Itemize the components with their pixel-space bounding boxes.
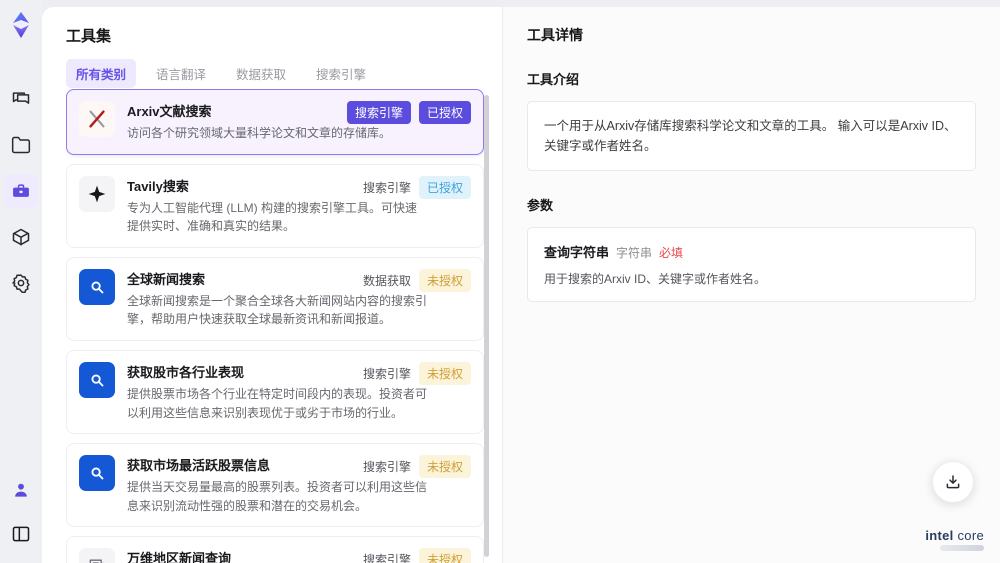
- download-icon: [946, 475, 960, 489]
- sidebar-item-toolbox[interactable]: [4, 174, 38, 208]
- intro-text: 一个用于从Arxiv存储库搜索科学论文和文章的工具。 输入可以是Arxiv ID…: [544, 119, 957, 153]
- details-title: 工具详情: [527, 27, 583, 43]
- sidebar-item-settings[interactable]: [4, 266, 38, 300]
- param-required-badge: 必填: [659, 246, 684, 260]
- cube-icon: [11, 227, 31, 247]
- tab-2[interactable]: 数据获取: [226, 59, 296, 88]
- settings-icon: [11, 273, 31, 293]
- sidebar-item-cube[interactable]: [4, 220, 38, 254]
- tool-description: 全球新闻搜索是一个聚合全球各大新闻网站内容的搜索引擎，帮助用户快速获取全球最新资…: [127, 293, 428, 327]
- auth-status-badge: 未授权: [418, 361, 471, 385]
- tool-card[interactable]: Arxiv文献搜索 访问各个研究领域大量科学论文和文章的存储库。 搜索引擎 已授权: [66, 89, 484, 155]
- category-badge: 搜索引擎: [362, 460, 411, 475]
- param-name: 查询字符串: [544, 245, 610, 260]
- tab-all-categories[interactable]: 所有类别: [66, 59, 137, 88]
- auth-status-badge: 已授权: [418, 175, 471, 199]
- auth-status-badge: 未授权: [418, 548, 471, 563]
- newspaper-icon: [79, 548, 115, 563]
- download-button[interactable]: [932, 461, 974, 503]
- tool-description: 访问各个研究领域大量科学论文和文章的存储库。: [127, 126, 392, 140]
- intel-core-text: core: [957, 528, 984, 543]
- tab-3[interactable]: 搜索引擎: [306, 59, 376, 88]
- tool-card[interactable]: 获取股市各行业表现 提供股票市场各个行业在特定时间段内的表现。投资者可以利用这些信…: [66, 349, 484, 435]
- category-badge: 搜索引擎: [362, 553, 411, 563]
- tool-description: 提供股票市场各个行业在特定时间段内的表现。投资者可以利用这些信息来识别表现优于或…: [127, 386, 428, 420]
- sidebar-item-panel[interactable]: [4, 517, 38, 551]
- category-badge: 搜索引擎: [346, 101, 411, 124]
- toolbox-icon: [11, 181, 31, 201]
- intel-core-logo: intel core: [925, 528, 984, 551]
- sidebar: [0, 0, 42, 563]
- tool-card[interactable]: Tavily搜索 专为人工智能代理 (LLM) 构建的搜索引擎工具。可快速提供实时…: [66, 163, 484, 248]
- auth-status-badge: 未授权: [418, 455, 471, 479]
- auth-status-badge: 未授权: [418, 268, 471, 292]
- intro-heading: 工具介绍: [527, 72, 580, 87]
- category-badge: 搜索引擎: [362, 366, 411, 381]
- sidebar-item-chat[interactable]: [4, 82, 38, 116]
- page-title: 工具集: [66, 28, 112, 45]
- auth-status-badge: 已授权: [418, 101, 471, 124]
- tools-panel: 工具集 所有类别 语言翻译 数据获取 搜索引擎 Arxiv文献搜索 访问各个研究领域大量…: [42, 7, 502, 563]
- tool-description: 提供当天交易量最高的股票列表。投资者可以利用这些信息来识别流动性强的股票和潜在的…: [127, 480, 428, 513]
- category-badge: 搜索引擎: [362, 180, 411, 195]
- main-content: 工具集 所有类别 语言翻译 数据获取 搜索引擎 Arxiv文献搜索 访问各个研究领域大量…: [42, 7, 1000, 563]
- chat-icon: [11, 89, 31, 109]
- sidebar-item-folder[interactable]: [4, 128, 38, 162]
- tool-card[interactable]: 获取市场最活跃股票信息 提供当天交易量最高的股票列表。投资者可以利用这些信息来识别…: [66, 443, 484, 528]
- category-tabs: 所有类别 语言翻译 数据获取 搜索引擎: [66, 59, 376, 88]
- tool-card[interactable]: 万维地区新闻查询查询具体行政区划内的新闻，快速了解各地新闻动搜索引擎未授权: [66, 536, 484, 563]
- tool-card[interactable]: 全球新闻搜索 全球新闻搜索是一个聚合全球各大新闻网站内容的搜索引擎，帮助用户快速获…: [66, 256, 484, 341]
- intro-card: 一个用于从Arxiv存储库搜索科学论文和文章的工具。 输入可以是Arxiv ID…: [527, 101, 976, 171]
- tool-details-panel: 工具详情 工具介绍 一个用于从Arxiv存储库搜索科学论文和文章的工具。 输入可…: [502, 7, 1000, 563]
- tool-list: Arxiv文献搜索 访问各个研究领域大量科学论文和文章的存储库。 搜索引擎 已授权 Ta…: [66, 89, 484, 563]
- param-type: 字符串: [616, 246, 653, 260]
- blue-search-icon: [79, 268, 115, 305]
- params-heading: 参数: [527, 198, 554, 213]
- tool-list-scrollbar[interactable]: [484, 95, 489, 557]
- user-icon: [11, 480, 31, 500]
- sidebar-item-user[interactable]: [4, 473, 38, 507]
- intel-logo-bar: [940, 545, 984, 551]
- blue-search-icon: [79, 455, 115, 492]
- tool-description: 专为人工智能代理 (LLM) 构建的搜索引擎工具。可快速提供实时、准确和真实的结…: [127, 200, 418, 234]
- blue-search-icon: [79, 361, 115, 398]
- folder-icon: [11, 135, 31, 155]
- arxiv-icon: [79, 101, 115, 137]
- category-badge: 数据获取: [362, 273, 411, 288]
- param-card: 查询字符串 字符串 必填 用于搜索的Arxiv ID、关键字或作者姓名。: [527, 227, 976, 302]
- panel-icon: [11, 524, 31, 544]
- param-description: 用于搜索的Arxiv ID、关键字或作者姓名。: [544, 272, 767, 286]
- tab-1[interactable]: 语言翻译: [146, 59, 216, 88]
- app-logo: [6, 10, 36, 40]
- tavily-icon: [79, 175, 115, 212]
